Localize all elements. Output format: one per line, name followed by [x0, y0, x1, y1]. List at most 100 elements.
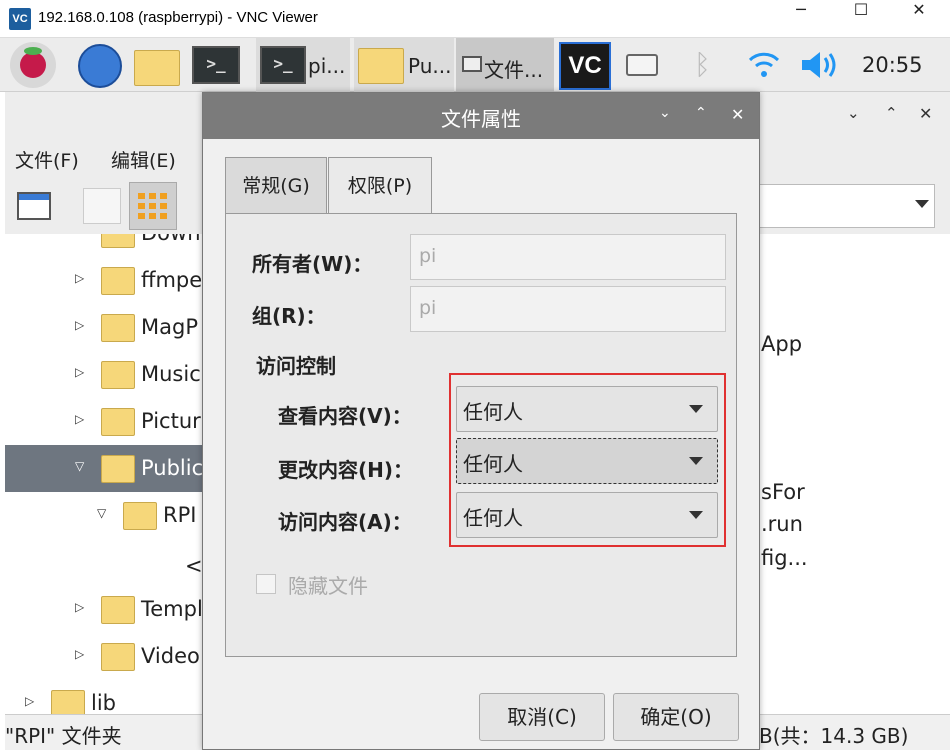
taskbar-item-properties[interactable]: 文件...: [456, 38, 554, 92]
list-view-icon[interactable]: [181, 188, 203, 224]
dialog-header: 文件属性 ⌄ ⌃ ✕: [203, 93, 759, 139]
expander-icon[interactable]: ▷: [75, 600, 84, 614]
tree-item[interactable]: ▷ Video: [5, 633, 205, 680]
taskbar-item-label: Pu...: [408, 54, 452, 78]
file-item[interactable]: .run: [761, 512, 803, 536]
expander-icon[interactable]: ▷: [75, 365, 84, 379]
raspberry-menu-icon[interactable]: [10, 42, 56, 88]
folder-icon: [51, 690, 85, 714]
menu-edit[interactable]: 编辑(E): [111, 146, 176, 173]
expander-icon[interactable]: ▷: [75, 271, 84, 285]
taskbar-item-public[interactable]: Pu...: [354, 38, 454, 92]
path-input[interactable]: [745, 184, 935, 228]
tree-item[interactable]: Down: [5, 234, 205, 257]
folder-icon: [101, 408, 135, 436]
tree-item-label: Templ: [141, 597, 203, 621]
menu-file[interactable]: 文件(F): [15, 146, 79, 173]
file-item[interactable]: App: [761, 332, 802, 356]
hidden-file-label: 隐藏文件: [288, 574, 368, 598]
folder-icon: [358, 48, 404, 84]
status-left: "RPI" 文件夹: [5, 724, 122, 748]
window-icon: [462, 56, 482, 72]
expander-icon[interactable]: ▷: [75, 647, 84, 661]
icon-view-icon[interactable]: [129, 182, 177, 230]
vnc-tray-icon[interactable]: VC: [559, 42, 611, 90]
tree-item-label: RPI: [163, 503, 197, 527]
taskbar-item-terminal[interactable]: >_ pi...: [256, 38, 350, 92]
folder-icon: [101, 267, 135, 295]
tree-item-label: Down: [141, 234, 201, 245]
expander-icon[interactable]: ▷: [75, 318, 84, 332]
file-manager-icon[interactable]: [134, 50, 180, 86]
file-properties-dialog: 文件属性 ⌄ ⌃ ✕ 常规(G) 权限(P) 所有者(W)： pi 组(R)： …: [202, 92, 760, 750]
folder-icon: [101, 455, 135, 483]
taskbar-item-label: pi...: [308, 54, 346, 78]
group-label: 组(R)：: [252, 304, 326, 328]
highlight-box: [449, 373, 726, 547]
path-dropdown-icon[interactable]: [915, 200, 929, 208]
access-content-label: 访问内容(A)：: [278, 510, 412, 534]
expander-icon[interactable]: ▷: [75, 412, 84, 426]
view-content-label: 查看内容(V)：: [278, 404, 412, 428]
tree-item[interactable]: ▷ lib: [5, 680, 205, 714]
keyboard-icon[interactable]: [626, 54, 658, 76]
change-content-label: 更改内容(H)：: [278, 458, 414, 482]
access-control-heading: 访问控制: [256, 354, 336, 378]
ok-button[interactable]: 确定(O): [613, 693, 739, 741]
chevron-up-icon[interactable]: ⌃: [885, 104, 898, 122]
folder-icon: [101, 234, 135, 248]
owner-field: pi: [410, 234, 726, 280]
file-item[interactable]: fig...: [761, 546, 808, 570]
bluetooth-icon[interactable]: ᛒ: [694, 48, 711, 81]
tree-item[interactable]: ▽ Public: [5, 445, 205, 492]
tree-item[interactable]: ▷ ffmpe: [5, 257, 205, 304]
tree-item[interactable]: ▷ Pictur: [5, 398, 205, 445]
owner-label: 所有者(W)：: [252, 252, 373, 276]
folder-icon: [101, 361, 135, 389]
tree-item-label: Video: [141, 644, 200, 668]
close-button[interactable]: ✕: [896, 0, 942, 38]
folder-icon: [123, 502, 157, 530]
folder-icon: [101, 314, 135, 342]
wifi-icon[interactable]: [746, 46, 782, 82]
tree-item-label: Pictur: [141, 409, 201, 433]
tree-item[interactable]: ▷ Templ: [5, 586, 205, 633]
window-title: 192.168.0.108 (raspberrypi) - VNC Viewer: [38, 9, 318, 26]
browser-icon[interactable]: [78, 44, 122, 88]
tree-item[interactable]: ▽ RPI: [5, 492, 205, 539]
chevron-down-icon[interactable]: ⌄: [847, 104, 860, 122]
volume-icon[interactable]: [800, 48, 840, 82]
tab-general[interactable]: 常规(G): [225, 157, 327, 213]
taskbar-item-label: 文件...: [484, 58, 544, 82]
folder-icon: [101, 596, 135, 624]
tree-item[interactable]: ▷ Music: [5, 351, 205, 398]
expander-icon[interactable]: ▽: [75, 459, 84, 473]
close-icon[interactable]: ✕: [731, 105, 744, 124]
cancel-button[interactable]: 取消(C): [479, 693, 605, 741]
new-window-icon[interactable]: [17, 192, 51, 220]
chevron-down-icon[interactable]: ⌄: [659, 105, 671, 121]
maximize-button[interactable]: ☐: [838, 0, 884, 38]
expander-icon[interactable]: ▷: [25, 694, 34, 708]
minimize-button[interactable]: ─: [778, 0, 824, 38]
expander-icon[interactable]: ▽: [97, 506, 106, 520]
window-titlebar: VC 192.168.0.108 (raspberrypi) - VNC Vie…: [0, 0, 950, 38]
folder-icon: [101, 643, 135, 671]
dialog-title: 文件属性: [441, 107, 521, 131]
group-field: pi: [410, 286, 726, 332]
terminal-icon[interactable]: >_: [192, 46, 240, 84]
chevron-up-icon[interactable]: ⌃: [695, 105, 707, 121]
tree-item-label: ffmpe: [141, 268, 203, 292]
tree-item-label: Public: [141, 456, 204, 480]
tree-item-label: MagP: [141, 315, 198, 339]
thumbnail-view-icon[interactable]: [83, 188, 121, 224]
tree-item-label: lib: [91, 691, 116, 714]
tree-item[interactable]: ▷ MagP: [5, 304, 205, 351]
folder-tree: Down ▷ ffmpe ▷ MagP ▷ Music ▷ Pictur ▽ Public ▽ RPI <…: [5, 234, 205, 714]
hidden-file-checkbox[interactable]: [256, 574, 276, 594]
tab-permissions[interactable]: 权限(P): [328, 157, 432, 215]
file-item[interactable]: sFor: [761, 480, 805, 504]
taskbar: >_ >_ pi... Pu... 文件... VC ᛒ 20:55: [0, 38, 950, 92]
close-icon[interactable]: ✕: [919, 104, 932, 123]
tree-item[interactable]: <文: [5, 539, 205, 586]
